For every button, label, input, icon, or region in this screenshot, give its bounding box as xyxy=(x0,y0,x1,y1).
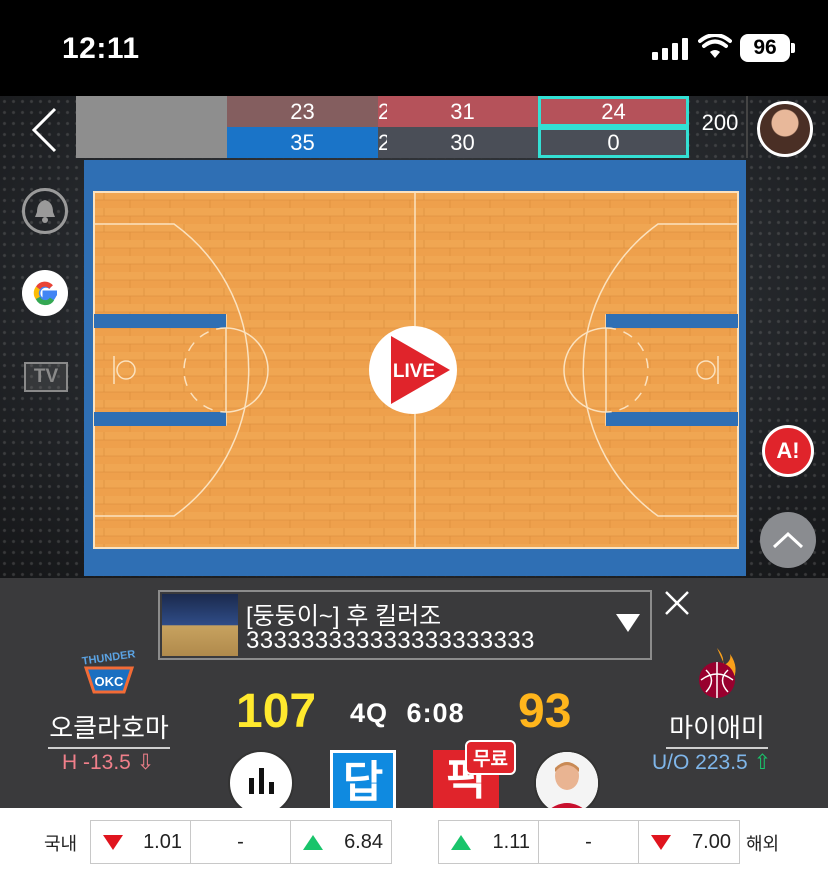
heat-logo-icon xyxy=(699,648,736,698)
clock-time: 6:08 xyxy=(406,698,465,728)
home-q2-score: 29 xyxy=(378,96,402,127)
quarter-scoreboard: 23 29 31 24 35 28 30 0 xyxy=(76,96,689,158)
over-under-line: U/O 223.5 ⇧ xyxy=(652,750,771,775)
chevron-left-icon xyxy=(31,107,57,153)
scroll-top-button[interactable] xyxy=(760,512,816,568)
domestic-odds-draw-value: - xyxy=(237,830,244,853)
overseas-odds-away[interactable]: 7.00 xyxy=(639,821,739,863)
away-q2-score: 28 xyxy=(378,127,402,158)
stats-button[interactable] xyxy=(228,750,294,816)
chat-ticker[interactable]: [둥둥이~] 후 킬러조 333333333333333333333 xyxy=(158,590,652,660)
away-q4-score: 0 xyxy=(538,127,689,158)
half-divider xyxy=(76,96,227,158)
away-team-name[interactable]: 마이애미 xyxy=(666,708,768,749)
live-label: LIVE xyxy=(393,361,435,382)
triangle-up-icon xyxy=(303,834,323,850)
svg-text:OKC: OKC xyxy=(95,674,125,689)
free-badge: 무료 xyxy=(465,740,516,775)
arrow-down-icon: ⇩ xyxy=(136,751,155,774)
user-avatar[interactable] xyxy=(757,101,813,157)
overseas-label: 해외 xyxy=(746,834,780,854)
home-handicap-value: H -13.5 xyxy=(62,751,131,774)
ticker-message-body: 333333333333333333333 xyxy=(246,627,535,654)
bell-icon xyxy=(35,200,55,223)
away-q1-score: 35 xyxy=(227,127,378,158)
domestic-odds-home-value: 1.01 xyxy=(143,830,182,853)
alert-button[interactable]: A! xyxy=(762,425,814,477)
domestic-odds-away[interactable]: 6.84 xyxy=(291,821,391,863)
domestic-odds-away-value: 6.84 xyxy=(344,830,383,853)
total-divider xyxy=(746,96,748,158)
game-clock: 4Q 6:08 xyxy=(350,698,465,729)
total-score: 200 xyxy=(701,110,739,135)
chevron-up-icon xyxy=(772,531,804,549)
home-score: 107 xyxy=(236,685,317,738)
domestic-odds-draw[interactable]: - xyxy=(191,821,291,863)
svg-text:THUNDER: THUNDER xyxy=(81,648,136,667)
bar-chart-icon xyxy=(249,768,274,794)
tv-button[interactable]: TV xyxy=(24,362,68,392)
triangle-down-icon xyxy=(651,834,671,850)
arrow-up-icon: ⇧ xyxy=(753,751,772,774)
player-avatar-button[interactable] xyxy=(534,750,600,816)
domestic-odds-home[interactable]: 1.01 xyxy=(91,821,191,863)
battery-indicator: 96 xyxy=(740,34,790,62)
thunder-logo-icon: THUNDER OKC xyxy=(81,648,136,694)
google-icon xyxy=(33,281,58,306)
domestic-label: 국내 xyxy=(44,834,78,854)
overseas-odds-home[interactable]: 1.11 xyxy=(439,821,539,863)
overseas-odds-draw-value: - xyxy=(585,830,592,853)
notification-button[interactable] xyxy=(22,188,68,234)
home-team-name[interactable]: 오클라호마 xyxy=(48,708,170,749)
status-time: 12:11 xyxy=(62,32,140,65)
battery-cap xyxy=(791,43,795,53)
cellular-signal-icon xyxy=(652,38,688,60)
home-q1-score: 23 xyxy=(227,96,378,127)
period-label: 4Q xyxy=(350,698,389,728)
live-play-button[interactable]: LIVE xyxy=(369,326,457,414)
google-button[interactable] xyxy=(22,270,68,316)
back-button[interactable] xyxy=(22,104,66,156)
home-handicap: H -13.5 ⇩ xyxy=(62,750,154,775)
home-q3-score: 31 xyxy=(387,96,538,127)
triangle-down-icon xyxy=(103,834,123,850)
answer-button[interactable]: 답 xyxy=(330,750,396,812)
ticker-expand-icon[interactable] xyxy=(616,614,640,632)
wifi-icon xyxy=(698,34,732,58)
player-avatar-icon xyxy=(536,752,598,814)
status-bar: 12:11 96 xyxy=(0,0,828,96)
overseas-odds-draw[interactable]: - xyxy=(539,821,639,863)
court-view: LIVE xyxy=(84,160,746,576)
basketball-court: LIVE xyxy=(93,191,739,549)
ticker-thumbnail xyxy=(162,594,238,656)
overseas-odds-home-value: 1.11 xyxy=(492,830,530,853)
away-q3-score: 30 xyxy=(387,127,538,158)
over-under-value: U/O 223.5 xyxy=(652,751,748,774)
away-score: 93 xyxy=(518,685,572,738)
home-q4-score: 24 xyxy=(538,96,689,127)
domestic-odds: 1.01 - 6.84 xyxy=(90,820,392,864)
close-icon[interactable] xyxy=(662,588,692,618)
overseas-odds-away-value: 7.00 xyxy=(692,830,731,853)
odds-bar: 국내 1.01 - 6.84 1.11 - 7.00 해외 xyxy=(0,808,828,889)
triangle-up-icon xyxy=(451,834,471,850)
overseas-odds: 1.11 - 7.00 xyxy=(438,820,740,864)
ticker-message-author: [둥둥이~] 후 킬러조 xyxy=(246,603,442,630)
